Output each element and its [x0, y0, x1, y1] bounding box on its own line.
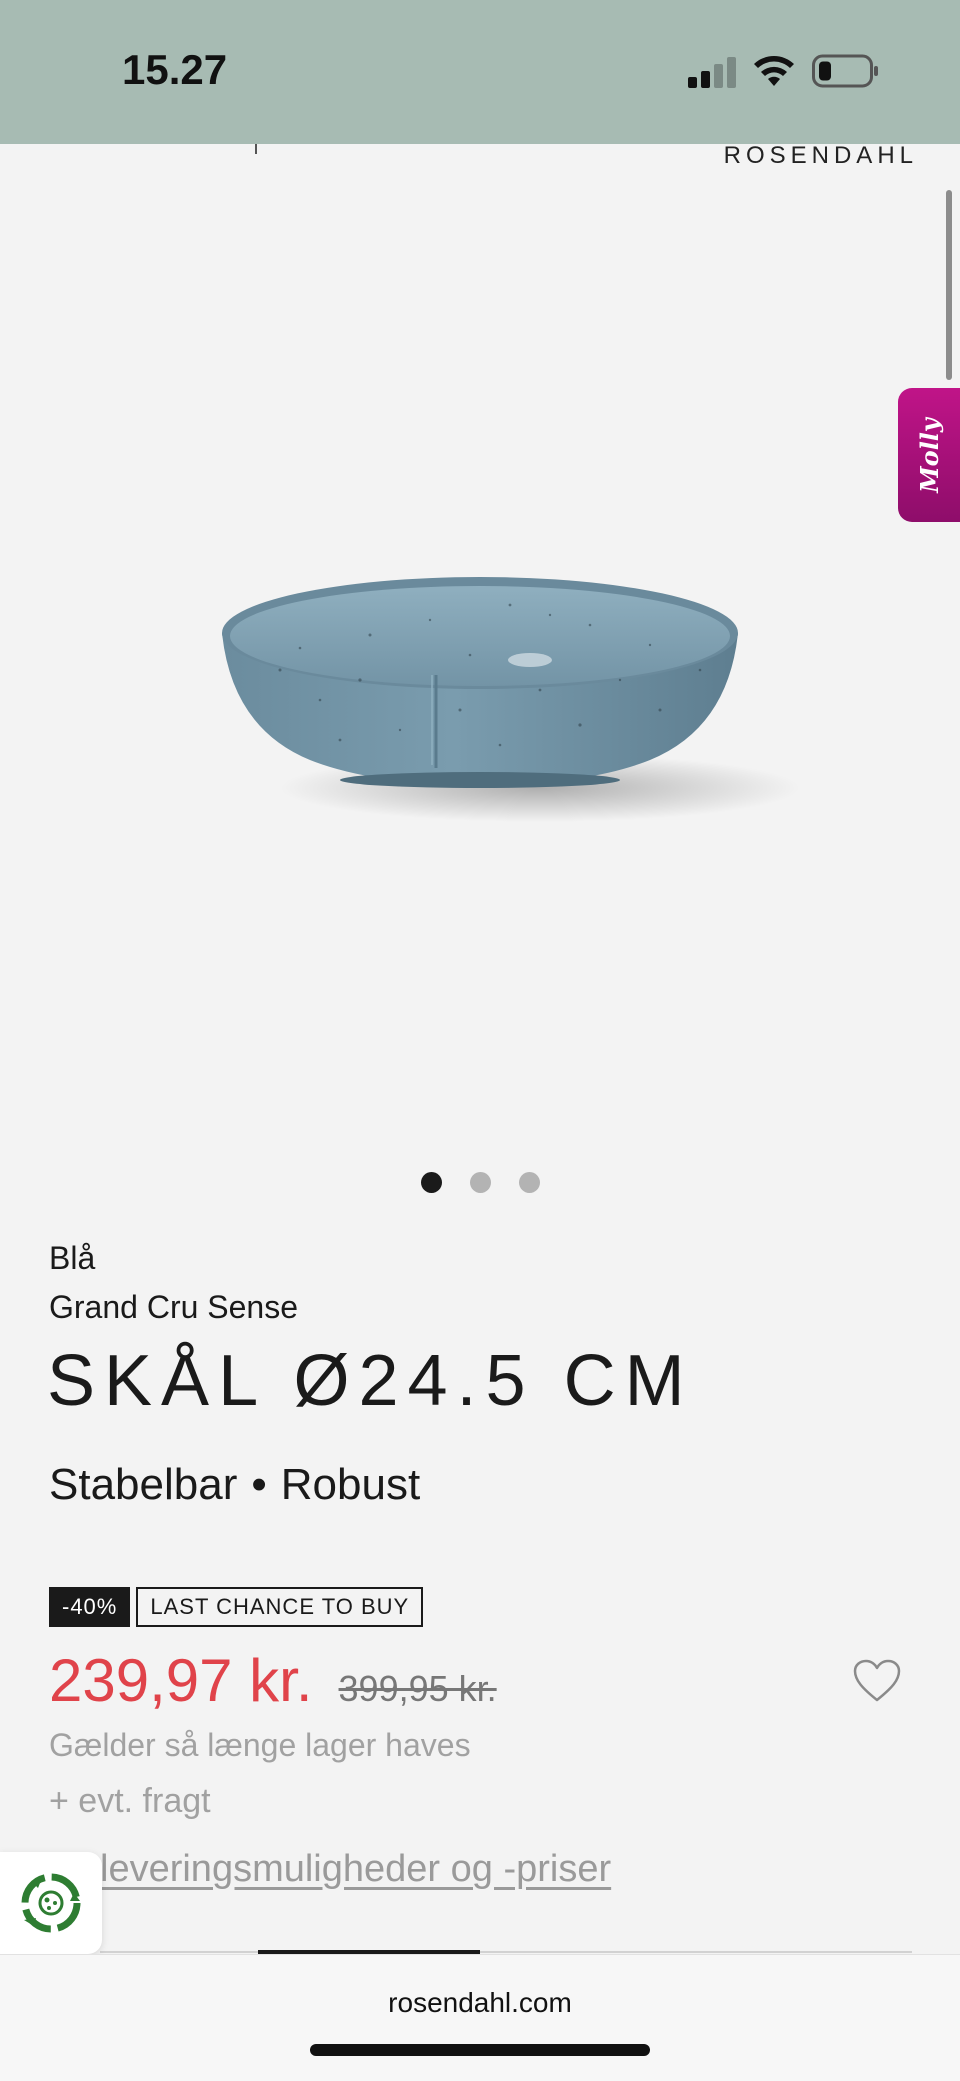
freight-note: + evt. fragt — [49, 1782, 211, 1820]
price-row: 239,97 kr. 399,95 kr. — [49, 1646, 497, 1715]
recycle-widget[interactable] — [0, 1852, 102, 1954]
recycle-icon — [21, 1873, 81, 1933]
feature-separator: • — [251, 1460, 267, 1509]
sale-price: 239,97 kr. — [49, 1647, 313, 1714]
stock-note: Gælder så længe lager haves — [49, 1727, 471, 1763]
product-collection[interactable]: Grand Cru Sense — [49, 1289, 298, 1326]
discount-badge: -40% — [49, 1587, 131, 1627]
browser-address-bar[interactable]: rosendahl.com — [0, 1954, 960, 2081]
feature-item: Robust — [280, 1460, 421, 1509]
home-indicator[interactable] — [310, 2044, 650, 2056]
product-variant: Blå — [49, 1240, 96, 1276]
carousel-dots — [0, 1172, 960, 1196]
product-page: 15.27 ROSENDAHL Molly Blå Grand Cru Sens… — [0, 0, 960, 2081]
carousel-dot-2[interactable] — [469, 1172, 491, 1193]
delivery-options-link[interactable]: leveringsmuligheder og -priser — [100, 1848, 611, 1891]
carousel-dot-1[interactable] — [420, 1172, 442, 1193]
feature-item: Stabelbar — [49, 1460, 238, 1509]
status-time: 15.27 — [122, 46, 228, 93]
product-features: Stabelbar • Robust — [49, 1460, 420, 1510]
last-chance-badge: LAST CHANCE TO BUY — [136, 1587, 424, 1627]
battery-icon — [812, 54, 878, 88]
molly-chat-tab[interactable]: Molly — [898, 388, 960, 522]
scrollbar[interactable] — [946, 190, 952, 380]
heart-icon[interactable] — [852, 1658, 902, 1704]
carousel-dot-3[interactable] — [518, 1172, 540, 1193]
signal-icon — [688, 56, 738, 88]
product-badges: -40% LAST CHANCE TO BUY — [49, 1587, 424, 1627]
status-bar: 15.27 — [0, 0, 960, 144]
browser-url[interactable]: rosendahl.com — [0, 1987, 960, 2019]
molly-tab-label: Molly — [914, 417, 944, 493]
original-price: 399,95 kr. — [338, 1668, 497, 1709]
brand-logo[interactable]: ROSENDAHL — [724, 144, 918, 168]
tabs-divider — [100, 1951, 912, 1953]
product-image[interactable] — [200, 560, 860, 840]
wifi-icon — [754, 56, 794, 86]
product-title: SKÅL Ø24.5 CM — [47, 1341, 694, 1421]
